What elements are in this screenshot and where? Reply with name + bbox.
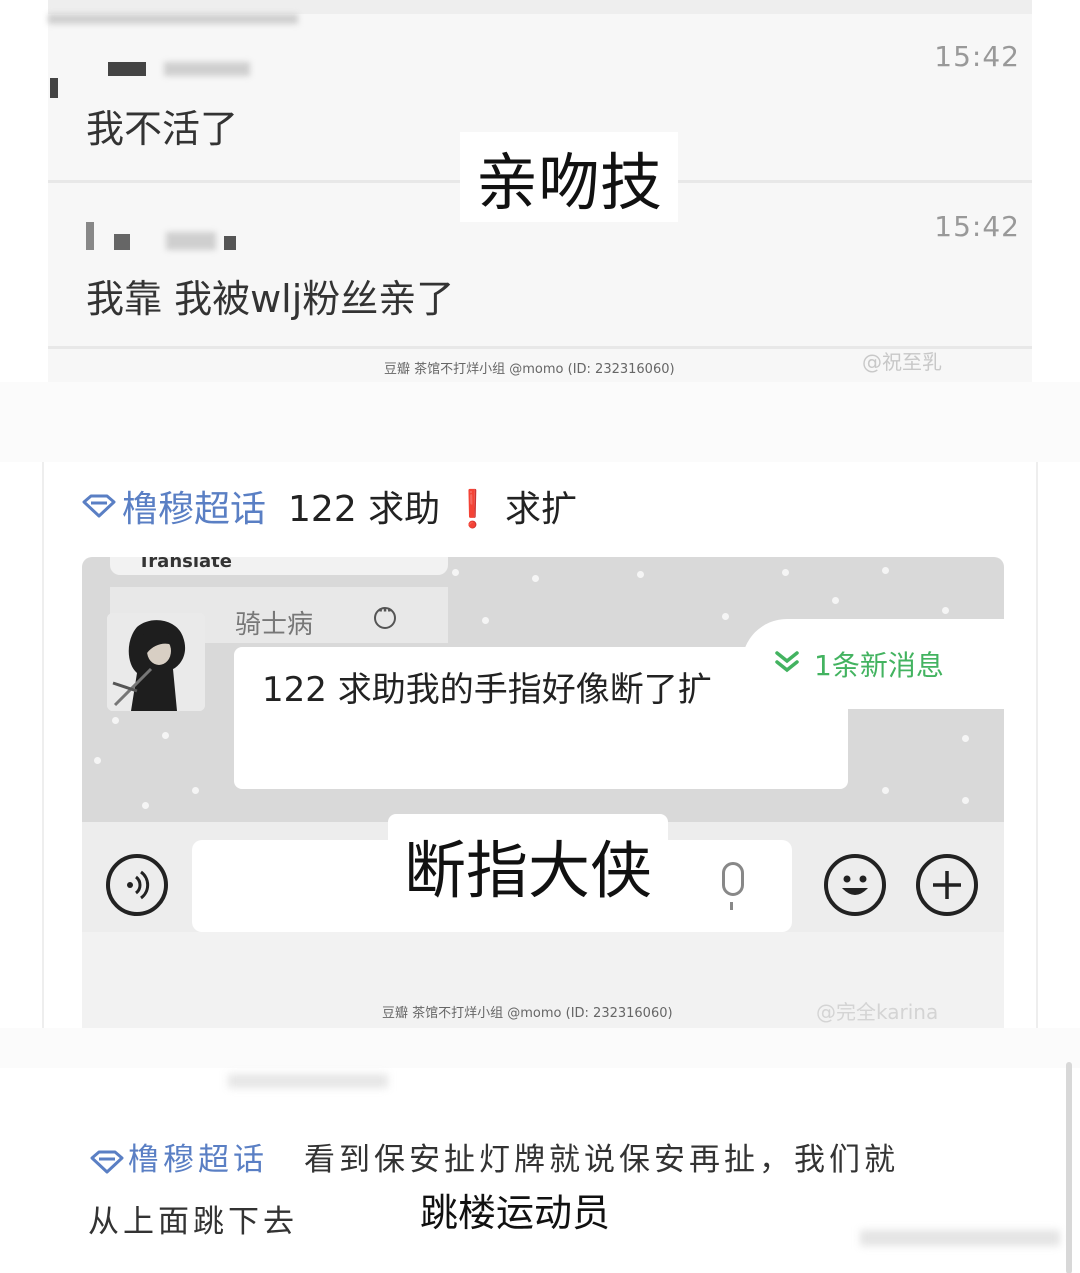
chat-window: Translate 骑士病 122 求助我的手指好像断了扩	[82, 557, 1004, 822]
douban-watermark: 豆瓣 茶馆不打烊小组 @momo (ID: 232316060)	[382, 1006, 673, 1021]
caption-overlay: 亲吻技	[460, 132, 679, 222]
microphone-stem	[730, 902, 733, 910]
diamond-icon	[82, 494, 116, 518]
weibo-watermark: @完全karina	[816, 1000, 939, 1024]
new-messages-button[interactable]: 1条新消息	[742, 619, 1004, 709]
blurred-header	[48, 14, 298, 24]
sender-name: 骑士病	[235, 610, 314, 640]
redacted-username-blur	[166, 232, 216, 250]
microphone-icon[interactable]	[722, 862, 744, 896]
voice-input-icon[interactable]	[106, 854, 168, 916]
translate-label[interactable]: Translate	[138, 557, 232, 572]
message-text: 我靠 我被wlj粉丝亲了	[86, 277, 455, 321]
faded-gap	[0, 1028, 1080, 1068]
super-topic-label[interactable]: 橹穆超话	[128, 1142, 268, 1178]
super-topic-tag[interactable]: 橹穆超话	[82, 480, 266, 532]
topic-header: 橹穆超话 122 求助 ❗ 求扩	[82, 480, 577, 532]
faded-weibo-watermark	[860, 1230, 1060, 1246]
douban-watermark: 豆瓣 茶馆不打烊小组 @momo (ID: 232316060)	[384, 362, 675, 377]
post-text-line2: 从上面跳下去	[88, 1204, 298, 1240]
plus-icon[interactable]	[916, 854, 978, 916]
post-text-part2: 求扩	[505, 489, 578, 530]
message-text: 122 求助我的手指好像断了扩	[262, 670, 712, 710]
post-text-part1: 122 求助	[288, 489, 441, 530]
avatar-image	[107, 613, 205, 711]
diamond-icon	[90, 1150, 124, 1173]
redacted-username	[108, 62, 146, 76]
avatar[interactable]	[107, 613, 205, 711]
super-topic-label: 橹穆超话	[122, 489, 267, 530]
post-text: 看到保安扯灯牌就说保安再扯，我们就	[304, 1142, 899, 1178]
message-text: 我不活了	[86, 107, 239, 151]
more-options-icon[interactable]	[374, 603, 396, 629]
post-text: 122 求助 ❗ 求扩	[288, 480, 577, 532]
faded-text-fragment	[228, 1074, 388, 1088]
redacted-username-blur	[164, 62, 250, 76]
caption-overlay: 断指大侠	[388, 814, 669, 916]
redacted-username	[114, 234, 130, 250]
scrollbar[interactable]	[1066, 1062, 1072, 1273]
message-time: 15:42	[934, 210, 1020, 243]
redacted-icon	[86, 222, 94, 250]
weibo-watermark: @祝至乳	[862, 350, 942, 374]
double-chevron-down-icon	[774, 650, 800, 679]
message-time: 15:42	[934, 40, 1020, 73]
chat-screenshot-panel-1: 15:42 我不活了 15:42 我靠 我被wlj粉丝亲了 亲吻技 豆瓣 茶馆不…	[48, 0, 1032, 382]
exclamation-icon: ❗	[450, 489, 496, 530]
left-marker	[50, 78, 58, 98]
new-messages-label: 1条新消息	[814, 649, 944, 682]
emoji-icon[interactable]	[824, 854, 886, 916]
faded-gap	[0, 382, 1080, 462]
post-text-line1: 橹穆超话 看到保安扯灯牌就说保安再扯，我们就	[90, 1134, 899, 1179]
redacted-username	[224, 236, 236, 250]
caption-overlay: 跳楼运动员	[420, 1191, 611, 1235]
chat-screenshot-panel-2: 橹穆超话 122 求助 ❗ 求扩 Translate 骑士病 ··· 122 求…	[42, 462, 1038, 1028]
top-strip	[48, 0, 1032, 14]
